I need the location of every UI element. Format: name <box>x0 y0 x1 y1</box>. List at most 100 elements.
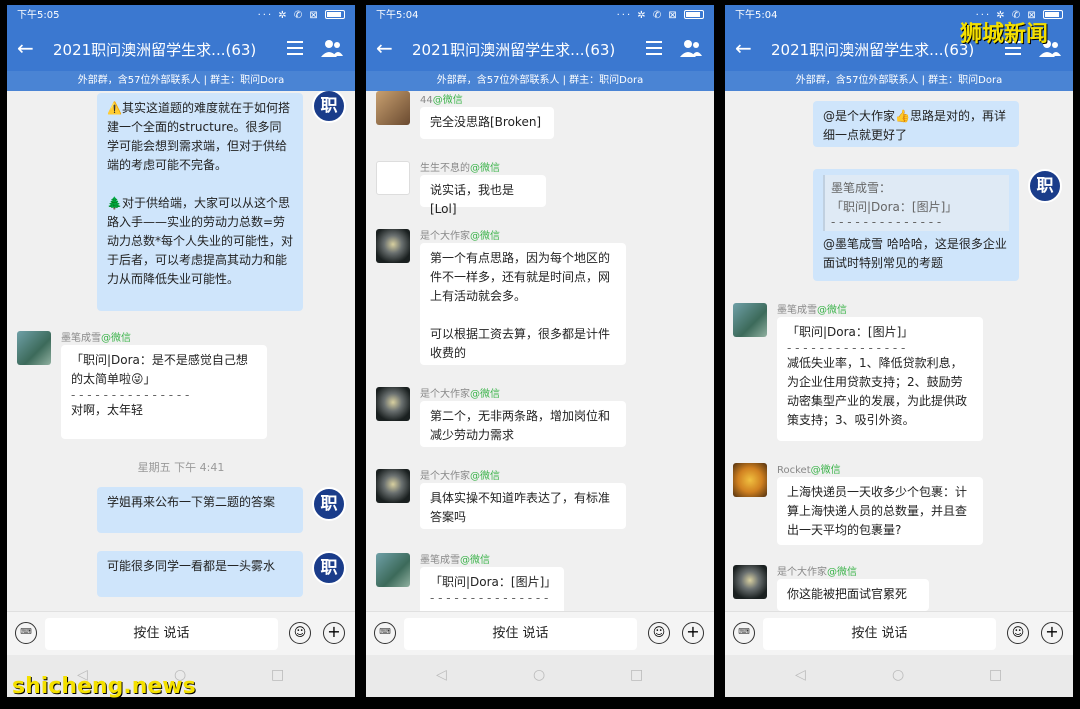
avatar-zhiwen[interactable]: 职 <box>1028 169 1062 203</box>
wechat-tag: @微信 <box>810 465 841 476</box>
keyboard-icon[interactable]: ⌨ <box>15 622 37 644</box>
sender-name: 墨笔成雪@微信 <box>420 551 490 566</box>
sender-name: 是个大作家@微信 <box>420 385 500 400</box>
nav-home-icon[interactable]: ○ <box>533 667 545 683</box>
sender-label: 生生不息的 <box>420 163 470 174</box>
avatar-44[interactable] <box>376 91 410 125</box>
message-bubble: @是个大作家👍思路是对的，再详细一点就更好了 <box>813 101 1019 147</box>
avatar-shigedazuojia[interactable] <box>733 565 767 599</box>
avatar-mobichengxue[interactable] <box>733 303 767 337</box>
nav-bar: ◁ ○ □ <box>366 655 714 697</box>
menu-icon[interactable] <box>287 41 303 55</box>
avatar-zhiwen[interactable]: 职 <box>312 551 346 585</box>
group-subtitle: 外部群，含57位外部联系人 | 群主：职问Dora <box>366 71 714 91</box>
battery-icon <box>684 10 704 19</box>
sender-label: 是个大作家 <box>420 389 470 400</box>
chat-area[interactable]: @是个大作家👍思路是对的，再详细一点就更好了 墨笔成雪： 「职问|Dora：[图… <box>725 91 1073 611</box>
message-bubble: 学姐再来公布一下第二题的答案 <box>97 487 303 533</box>
wechat-tag: @微信 <box>817 305 847 316</box>
menu-icon[interactable] <box>646 41 662 55</box>
message-bubble: 「职问|Dora：[图片]」 - - - - - - - - - - - - -… <box>420 567 564 611</box>
sender-name: Rocket@微信 <box>777 461 841 476</box>
chat-area[interactable]: ⚠️其实这道题的难度就在于如何搭建一个全面的structure。很多同学可能会想… <box>7 91 355 611</box>
wechat-tag: @微信 <box>101 333 131 344</box>
emoji-icon[interactable]: ☺ <box>289 622 311 644</box>
wechat-tag: @微信 <box>470 163 500 174</box>
wechat-tag: @微信 <box>470 389 500 400</box>
nav-recent-icon[interactable]: □ <box>989 667 1002 683</box>
quote-author: 墨笔成雪： <box>831 181 892 195</box>
chat-area[interactable]: 44@微信 完全没思路[Broken] 生生不息的@微信 说实话，我也是[Lol… <box>366 91 714 611</box>
keyboard-icon[interactable]: ⌨ <box>374 622 396 644</box>
avatar-shigedazuojia[interactable] <box>376 469 410 503</box>
status-time: 下午5:04 <box>376 10 419 21</box>
hold-to-talk-button[interactable]: 按住 说话 <box>45 618 278 650</box>
message-bubble: 「职问|Dora：是不是感觉自己想的太简单啦😜」 - - - - - - - -… <box>61 345 267 439</box>
avatar-zhiwen[interactable]: 职 <box>312 91 346 123</box>
quote-separator: - - - - - - - - - - - - - - - <box>430 591 549 605</box>
nav-back-icon[interactable]: ◁ <box>436 667 447 683</box>
wechat-tag: @微信 <box>470 231 500 242</box>
avatar-mobichengxue[interactable] <box>17 331 51 365</box>
hold-to-talk-button[interactable]: 按住 说话 <box>404 618 637 650</box>
quote-separator: - - - - - - - - - - - - - - - <box>71 388 190 402</box>
sender-label: 墨笔成雪 <box>61 333 101 344</box>
input-bar: ⌨ 按住 说话 ☺ + <box>366 611 714 655</box>
group-members-icon[interactable] <box>680 39 702 57</box>
message-bubble: 完全没思路[Broken] <box>420 107 554 139</box>
sender-name: 是个大作家@微信 <box>777 563 857 578</box>
sender-label: Rocket <box>777 465 811 476</box>
avatar-shengshengbuxi[interactable] <box>376 161 410 195</box>
emoji-icon[interactable]: ☺ <box>1007 622 1029 644</box>
hold-to-talk-button[interactable]: 按住 说话 <box>763 618 996 650</box>
nav-back-icon[interactable]: ◁ <box>795 667 806 683</box>
sender-name: 是个大作家@微信 <box>420 467 500 482</box>
sender-label: 是个大作家 <box>777 567 827 578</box>
nav-recent-icon[interactable]: □ <box>630 667 643 683</box>
status-icons: ··· ✲ ✆ ⊠ <box>617 5 704 27</box>
nav-home-icon[interactable]: ○ <box>892 667 904 683</box>
avatar-rocket[interactable] <box>733 463 767 497</box>
message-bubble: 具体实操不知道咋表达了，有标准答案吗 <box>420 483 626 529</box>
status-bar: 下午5:04 ··· ✲ ✆ ⊠ <box>366 5 714 27</box>
sender-label: 墨笔成雪 <box>420 555 460 566</box>
title-bar: ← 2021职问澳洲留学生求...(63) <box>7 27 355 71</box>
nav-recent-icon[interactable]: □ <box>271 667 284 683</box>
sender-label: 是个大作家 <box>420 231 470 242</box>
message-text: 减低失业率，1、降低贷款利息，为企业住用贷款支持；2、鼓励劳动密集型产业的发展，… <box>787 356 968 427</box>
plus-icon[interactable]: + <box>323 622 345 644</box>
back-arrow-icon[interactable]: ← <box>17 36 34 60</box>
avatar-mobichengxue[interactable] <box>376 553 410 587</box>
keyboard-icon[interactable]: ⌨ <box>733 622 755 644</box>
group-members-icon[interactable] <box>321 39 343 57</box>
plus-icon[interactable]: + <box>1041 622 1063 644</box>
message-bubble: ⚠️其实这道题的难度就在于如何搭建一个全面的structure。很多同学可能会想… <box>97 93 303 311</box>
title-bar: ← 2021职问澳洲留学生求...(63) <box>366 27 714 71</box>
status-time: 下午5:05 <box>17 10 60 21</box>
input-bar: ⌨ 按住 说话 ☺ + <box>7 611 355 655</box>
watermark-top-right: 狮城新闻 <box>960 22 1049 47</box>
sender-name: 墨笔成雪@微信 <box>61 329 131 344</box>
back-arrow-icon[interactable]: ← <box>376 36 393 60</box>
quoted-message: 墨笔成雪： 「职问|Dora：[图片]」 - - - - - - - - - -… <box>823 175 1009 231</box>
avatar-zhiwen[interactable]: 职 <box>312 487 346 521</box>
emoji-icon[interactable]: ☺ <box>648 622 670 644</box>
back-arrow-icon[interactable]: ← <box>735 36 752 60</box>
plus-icon[interactable]: + <box>682 622 704 644</box>
quote-separator: - - - - - - - - - - - - - - - <box>787 341 906 355</box>
status-bar: 下午5:05 ··· ✲ ✆ ⊠ <box>7 5 355 27</box>
avatar-shigedazuojia[interactable] <box>376 229 410 263</box>
group-title: 2021职问澳洲留学生求...(63) <box>412 41 616 59</box>
sender-label: 44 <box>420 95 433 106</box>
status-time: 下午5:04 <box>735 10 778 21</box>
avatar-shigedazuojia[interactable] <box>376 387 410 421</box>
message-bubble: 可能很多同学一看都是一头雾水 <box>97 551 303 597</box>
status-icon-set: ··· ✲ ✆ ⊠ <box>616 10 679 21</box>
phone-screen-3: 下午5:04 ··· ✲ ✆ ⊠ ← 2021职问澳洲留学生求...(63) 外… <box>725 5 1073 697</box>
message-bubble: 第一个有点思路，因为每个地区的件不一样多，还有就是时间点，网上有活动就会多。 可… <box>420 243 626 365</box>
message-bubble: 第二个，无非两条路，增加岗位和减少劳动力需求 <box>420 401 626 447</box>
sender-name: 44@微信 <box>420 91 463 106</box>
quoted-message: 「职问|Dora：[图片]」 <box>430 575 557 589</box>
status-icon-set: ··· ✲ ✆ ⊠ <box>257 10 320 21</box>
nav-bar: ◁ ○ □ <box>725 655 1073 697</box>
